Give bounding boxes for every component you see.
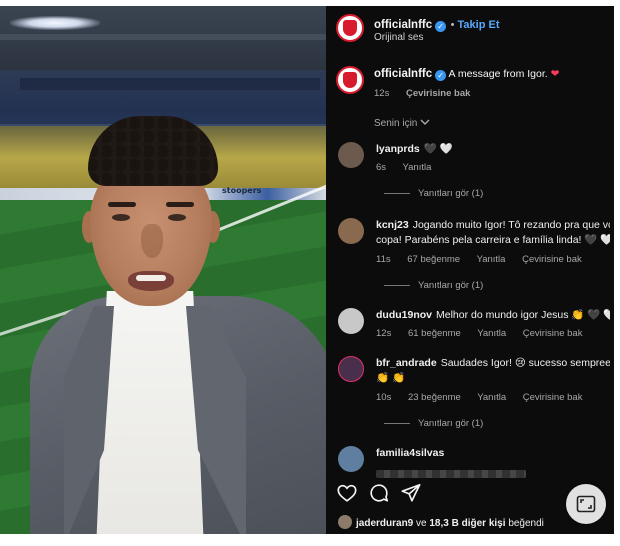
comment-line: kcnj23 Jogando muito Igor! Tô rezando pra… bbox=[376, 218, 610, 233]
comment-text: Saudades Igor! 😢 sucesso sempreee, bbox=[440, 357, 610, 369]
comment-likes[interactable]: 23 beğenme bbox=[408, 392, 461, 403]
comment-username[interactable]: dudu19nov bbox=[376, 309, 432, 321]
comment-line: lyanprds 🖤 🤍 bbox=[376, 142, 610, 157]
send-icon[interactable] bbox=[400, 482, 422, 504]
person bbox=[0, 6, 326, 534]
liked-by-summary[interactable]: jaderduran9 ve 18,3 B diğer kişi beğendi bbox=[338, 515, 544, 529]
comment-time: 11s bbox=[376, 254, 391, 265]
comment-time: 10s bbox=[376, 392, 392, 403]
comment-likes[interactable]: 61 beğenme bbox=[408, 328, 461, 339]
comment-line: familia4silvas bbox=[376, 446, 610, 461]
view-replies-button[interactable]: Yanıtları gör (1) bbox=[384, 418, 483, 429]
eye-left bbox=[112, 214, 130, 221]
comment-meta: 12s 61 beğenme Yanıtla Çevirisine bak bbox=[376, 328, 596, 339]
comment-text: Jogando muito Igor! Tô rezando pra que v… bbox=[412, 219, 610, 231]
comment-meta: 11s 67 beğenme Yanıtla Çevirisine bak bbox=[376, 254, 596, 265]
caption-username[interactable]: officialnffc bbox=[374, 68, 432, 80]
liked-by-connector: ve bbox=[416, 518, 427, 529]
heart-icon[interactable] bbox=[336, 482, 358, 504]
mouth bbox=[128, 271, 174, 291]
liker-username[interactable]: jaderduran9 bbox=[356, 518, 413, 529]
post-header: officialnffc ✓ • Takip Et Orijinal ses bbox=[326, 6, 614, 54]
caption-translate-link[interactable]: Çevirisine bak bbox=[406, 88, 470, 99]
comment-avatar[interactable] bbox=[338, 218, 364, 244]
comment-text: 🖤 🤍 bbox=[423, 143, 453, 155]
audio-label[interactable]: Orijinal ses bbox=[374, 32, 423, 43]
comment-username[interactable]: kcnj23 bbox=[376, 219, 409, 231]
liked-by-suffix: beğendi bbox=[508, 518, 544, 529]
follow-button[interactable]: Takip Et bbox=[458, 19, 500, 31]
reply-button[interactable]: Yanıtla bbox=[403, 162, 432, 173]
chevron-down-icon bbox=[420, 119, 430, 125]
caption: officialnffc ✓ A message from Igor. ❤ 12s… bbox=[326, 64, 614, 104]
comment-icon[interactable] bbox=[368, 482, 390, 504]
translate-link[interactable]: Çevirisine bak bbox=[523, 392, 583, 403]
comment-likes[interactable]: 67 beğenme bbox=[407, 254, 460, 265]
view-replies-button[interactable]: Yanıtları gör (1) bbox=[384, 280, 483, 291]
separator-dot: • bbox=[450, 19, 458, 31]
post-sidebar: officialnffc ✓ • Takip Et Orijinal ses of… bbox=[326, 6, 614, 534]
nose bbox=[141, 224, 163, 258]
comment-item: kcnj23 Jogando muito Igor! Tô rezando pra… bbox=[326, 216, 614, 296]
caption-avatar[interactable] bbox=[336, 66, 364, 94]
club-crest-icon bbox=[343, 72, 357, 88]
caption-text: A message from Igor. bbox=[448, 68, 548, 80]
account-avatar[interactable] bbox=[336, 14, 364, 42]
fullscreen-button[interactable] bbox=[566, 484, 606, 524]
like-count[interactable]: 18,3 B diğer kişi bbox=[429, 518, 505, 529]
comment-username[interactable]: lyanprds bbox=[376, 143, 420, 155]
comment-line: bfr_andrade Saudades Igor! 😢 sucesso semp… bbox=[376, 356, 610, 371]
verified-badge-icon: ✓ bbox=[435, 21, 447, 32]
comment-username[interactable]: familia4silvas bbox=[376, 447, 444, 459]
comment-line: dudu19nov Melhor do mundo igor Jesus 👏 🖤 … bbox=[376, 308, 610, 323]
club-crest-icon bbox=[343, 20, 357, 36]
red-heart-emoji: ❤ bbox=[550, 68, 560, 80]
eyebrow-left bbox=[108, 202, 136, 207]
caption-line: officialnffc ✓ A message from Igor. ❤ bbox=[374, 68, 559, 81]
post-media[interactable]: stoopers bbox=[0, 6, 326, 534]
caption-time: 12s bbox=[374, 88, 390, 99]
caption-meta: 12s Çevirisine bak bbox=[374, 88, 484, 99]
comment-meta: 10s 23 beğenme Yanıtla Çevirisine bak bbox=[376, 392, 596, 403]
header-line: officialnffc ✓ • Takip Et bbox=[374, 15, 500, 33]
comment-sort-dropdown[interactable]: Senin için bbox=[374, 118, 430, 129]
comment-item: dudu19nov Melhor do mundo igor Jesus 👏 🖤 … bbox=[326, 306, 614, 346]
comment-time: 12s bbox=[376, 328, 392, 339]
verified-badge-icon: ✓ bbox=[435, 70, 447, 81]
comment-line-2: 👏 👏 bbox=[376, 372, 406, 384]
account-username[interactable]: officialnffc bbox=[374, 19, 432, 31]
comment-avatar[interactable] bbox=[338, 142, 364, 168]
comment-item: bfr_andrade Saudades Igor! 😢 sucesso semp… bbox=[326, 354, 614, 434]
fullscreen-icon bbox=[576, 495, 596, 513]
hair bbox=[88, 116, 218, 186]
liker-avatar bbox=[338, 515, 352, 529]
reply-button[interactable]: Yanıtla bbox=[477, 254, 506, 265]
comment-avatar[interactable] bbox=[338, 356, 364, 382]
comment-item: lyanprds 🖤 🤍 6s Yanıtla Yanıtları gör (1) bbox=[326, 140, 614, 200]
eyebrow-right bbox=[166, 202, 194, 207]
comment-text: Melhor do mundo igor Jesus 👏 🖤 🤍 bbox=[436, 309, 610, 321]
sort-label: Senin için bbox=[374, 118, 418, 129]
comment-time: 6s bbox=[376, 162, 387, 173]
translate-link[interactable]: Çevirisine bak bbox=[522, 254, 582, 265]
comment-text-obscured bbox=[376, 470, 526, 478]
comment-avatar[interactable] bbox=[338, 308, 364, 334]
comment-username[interactable]: bfr_andrade bbox=[376, 357, 437, 369]
translate-link[interactable]: Çevirisine bak bbox=[523, 328, 583, 339]
view-replies-button[interactable]: Yanıtları gör (1) bbox=[384, 188, 483, 199]
reply-button[interactable]: Yanıtla bbox=[477, 392, 506, 403]
comment-meta: 6s Yanıtla bbox=[376, 162, 445, 173]
comment-avatar[interactable] bbox=[338, 446, 364, 472]
eye-right bbox=[168, 214, 186, 221]
reply-button[interactable]: Yanıtla bbox=[477, 328, 506, 339]
comment-line-2: copa! Parabéns pela carreira e família l… bbox=[376, 234, 610, 246]
